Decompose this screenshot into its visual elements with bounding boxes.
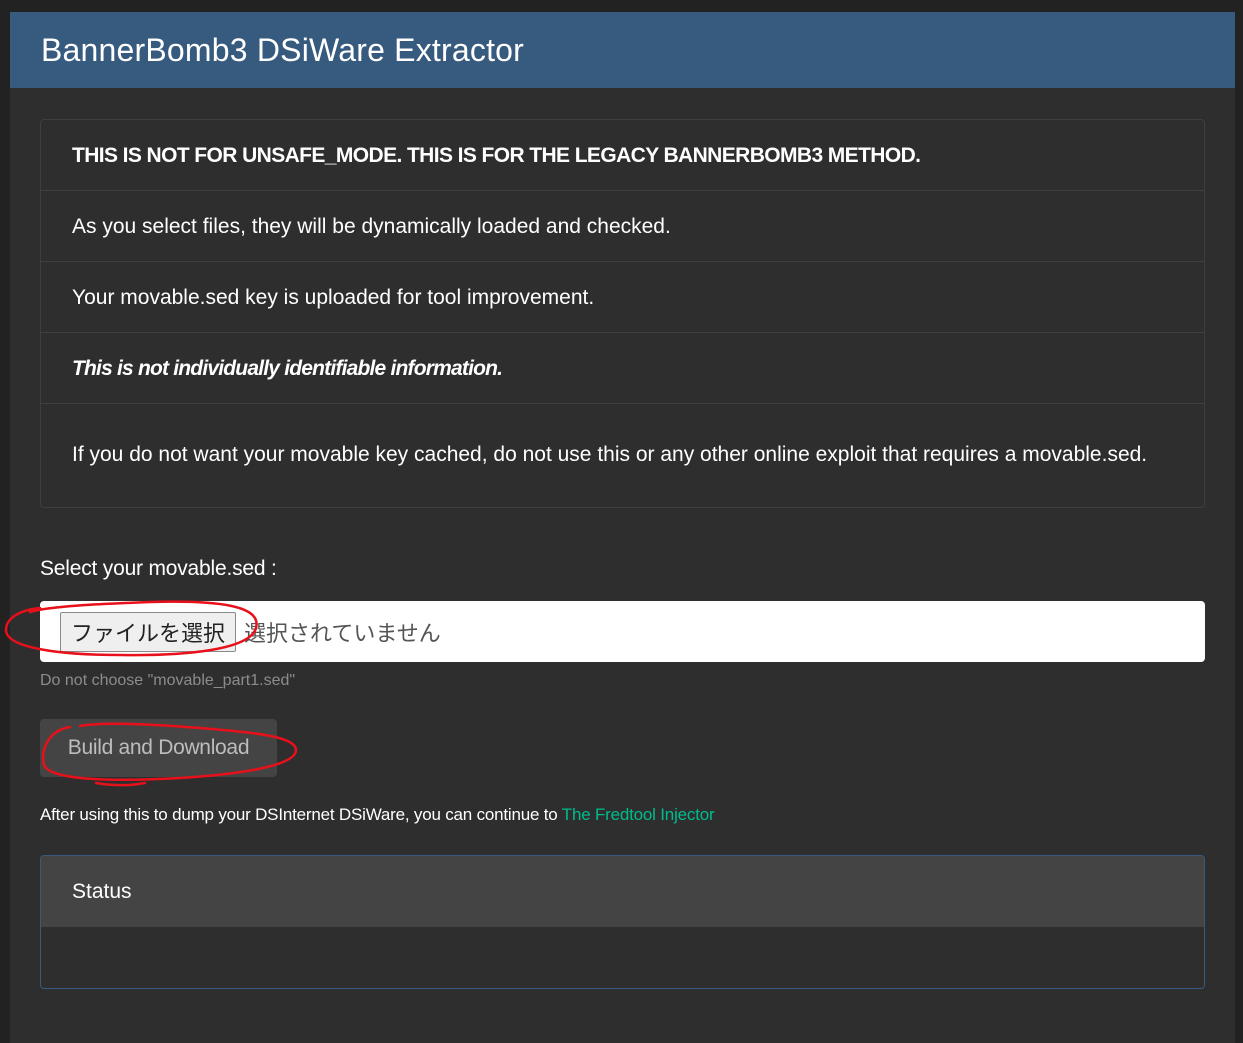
page-frame: BannerBomb3 DSiWare Extractor THIS IS NO… <box>10 12 1235 1043</box>
status-card: Status <box>40 855 1205 989</box>
notice-cache-warning: If you do not want your movable key cach… <box>72 443 1148 466</box>
status-title: Status <box>41 856 1204 927</box>
fredtool-injector-link[interactable]: The Fredtool Injector <box>562 805 715 824</box>
movable-sed-label: Select your movable.sed : <box>40 557 277 580</box>
continue-note: After using this to dump your DSInternet… <box>40 805 715 825</box>
movable-sed-file-input[interactable]: ファイルを選択 選択されていません <box>40 601 1205 662</box>
app-title: BannerBomb3 DSiWare Extractor <box>41 31 525 68</box>
notice-privacy: This is not individually identifiable in… <box>41 333 1204 404</box>
notice-upload: Your movable.sed key is uploaded for too… <box>41 262 1204 333</box>
continue-text: After using this to dump your DSInternet… <box>40 805 558 824</box>
file-help-text: Do not choose "movable_part1.sed" <box>40 672 296 689</box>
navbar: BannerBomb3 DSiWare Extractor <box>10 12 1235 88</box>
build-and-download-button[interactable]: Build and Download <box>40 719 277 777</box>
notice-unsafe-mode: THIS IS NOT FOR UNSAFE_MODE. THIS IS FOR… <box>41 120 1204 191</box>
notice-dynamic-loading: As you select files, they will be dynami… <box>41 191 1204 262</box>
choose-file-button[interactable]: ファイルを選択 <box>60 611 237 652</box>
no-file-selected-text: 選択されていません <box>244 621 441 647</box>
notice-list: THIS IS NOT FOR UNSAFE_MODE. THIS IS FOR… <box>40 119 1205 508</box>
